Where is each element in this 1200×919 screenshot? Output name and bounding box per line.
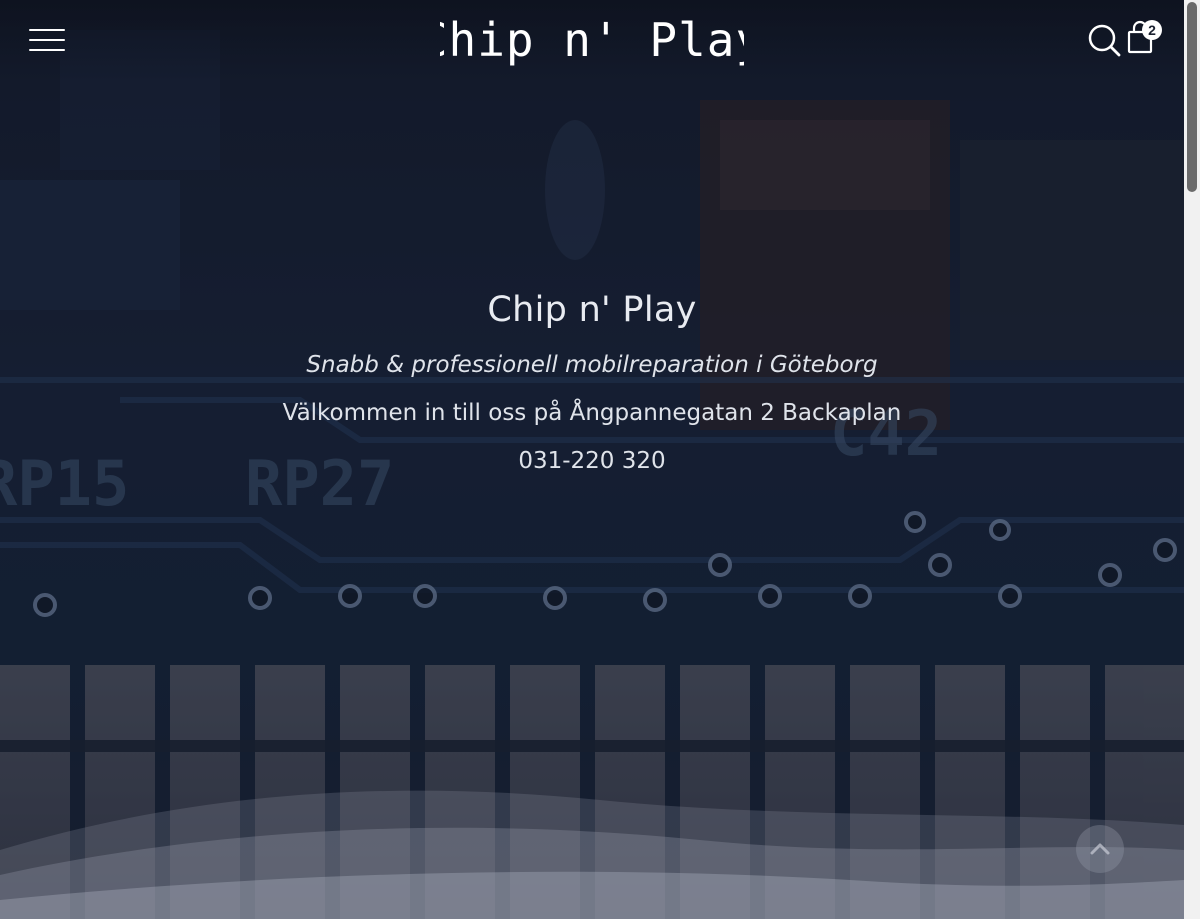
hero-phone[interactable]: 031-220 320	[0, 448, 1184, 474]
logo-wordmark: Chip n' Play	[440, 13, 744, 67]
menu-button[interactable]	[28, 26, 66, 56]
hamburger-menu-icon	[29, 29, 65, 31]
hero-tagline: Snabb & professionell mobilreparation i …	[306, 352, 878, 378]
page-scrollbar[interactable]	[1184, 0, 1200, 919]
hero-address: Välkommen in till oss på Ångpannegatan 2…	[282, 400, 902, 426]
site-header: Chip n' Play 2	[0, 0, 1184, 82]
hero-content: Chip n' Play Snabb & professionell mobil…	[0, 290, 1184, 474]
cart-count-badge: 2	[1142, 20, 1162, 40]
search-button[interactable]	[1086, 22, 1122, 58]
search-icon	[1088, 24, 1121, 57]
svg-text:Chip n' Play: Chip n' Play	[440, 13, 744, 67]
site-logo[interactable]: Chip n' Play	[440, 4, 744, 76]
chevron-up-icon	[1090, 843, 1110, 855]
scrollbar-thumb[interactable]	[1187, 2, 1197, 192]
scroll-to-top-button[interactable]	[1076, 825, 1124, 873]
cart-button[interactable]: 2	[1124, 18, 1164, 58]
wave-divider	[0, 790, 1184, 919]
hero-title: Chip n' Play	[487, 290, 697, 330]
page: RP15 RP27 C42	[0, 0, 1200, 919]
